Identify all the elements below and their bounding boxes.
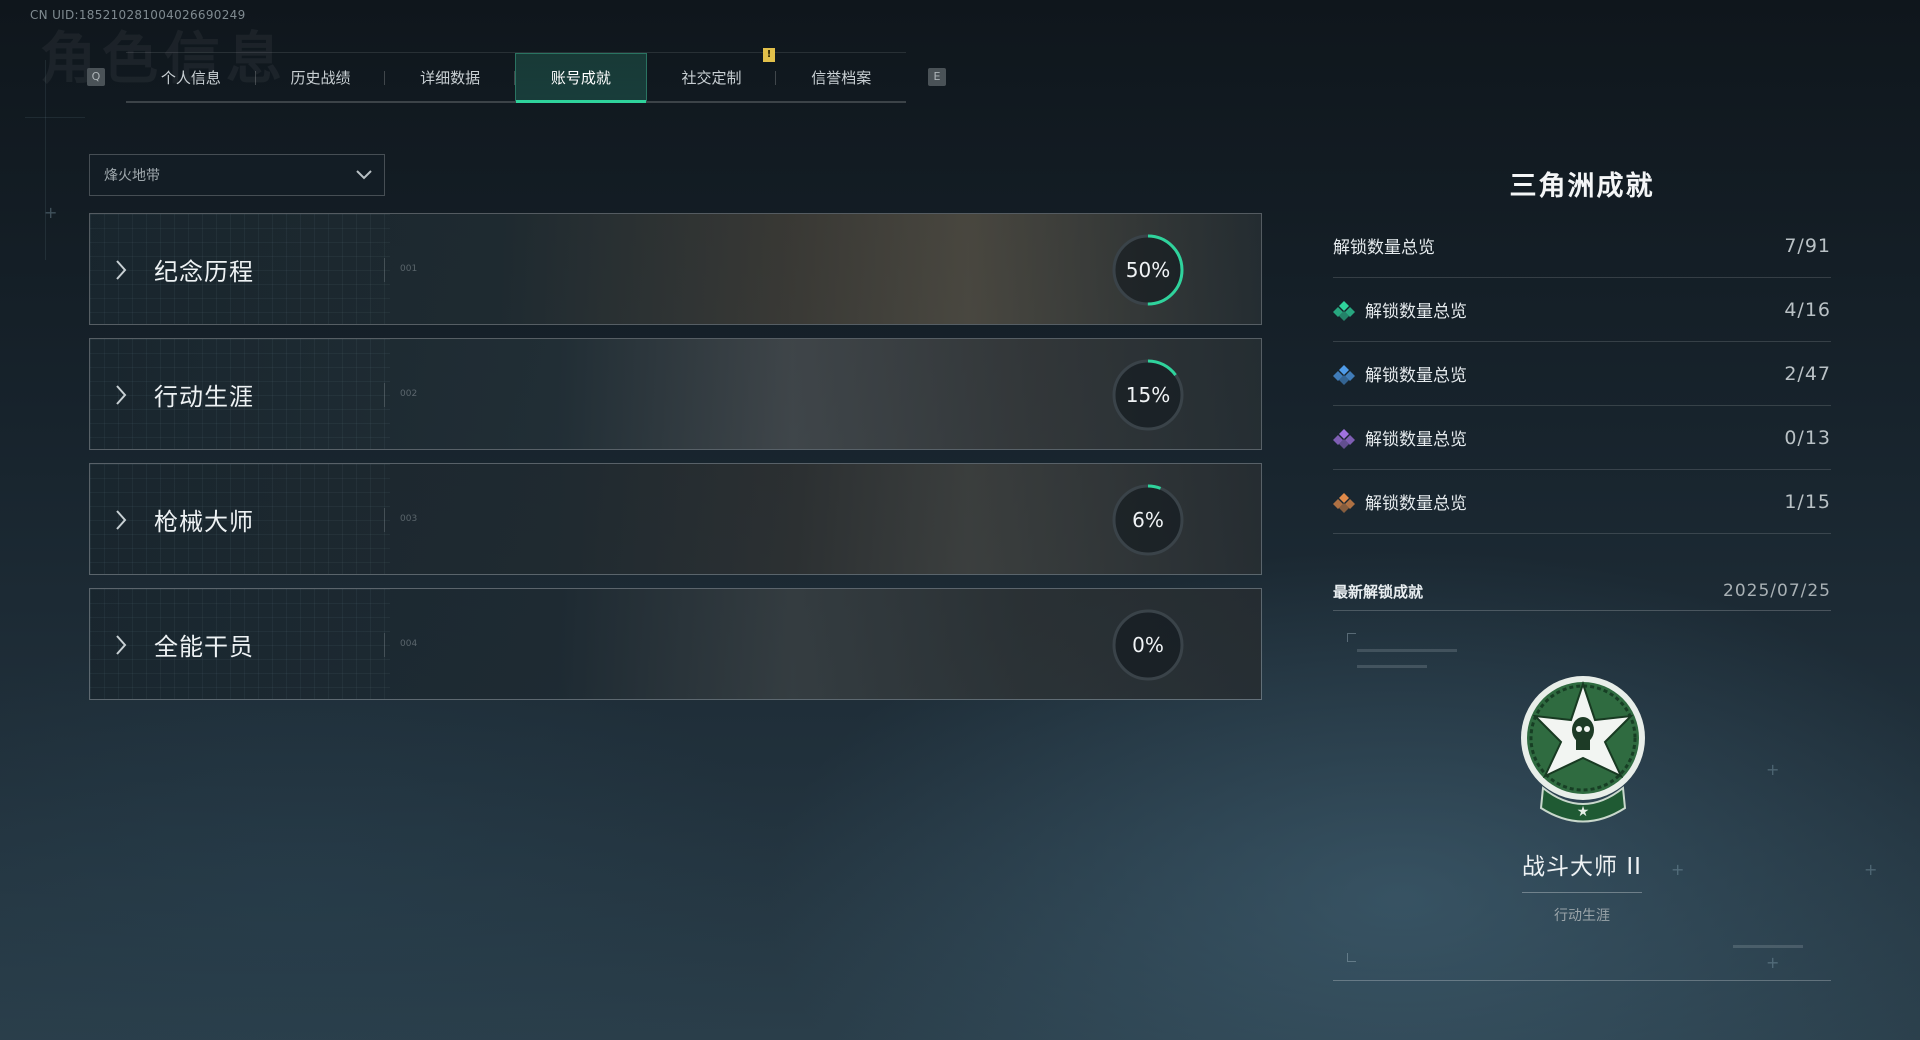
divider [384, 383, 385, 407]
q-key-hint[interactable]: Q [87, 68, 105, 86]
chevron-right-icon [116, 635, 127, 655]
deco-line [25, 117, 85, 118]
player-uid: CN UID:1852102810040266902­49 [30, 8, 246, 22]
progress-percent: 6% [1132, 508, 1164, 532]
unlock-summary-row: 解锁数量总览 1/15 [1333, 470, 1831, 534]
latest-unlock-label: 最新解锁成就 [1333, 582, 1424, 601]
latest-achievement-category: 行动生涯 [1554, 908, 1610, 924]
chevron-right-icon [116, 260, 127, 280]
card-corner [1347, 633, 1356, 642]
category-row-operations-career[interactable]: 行动生涯 002 15% [89, 338, 1262, 450]
mode-select-dropdown[interactable]: 烽火地带 [89, 154, 385, 196]
achievements-panel-title: 三角洲成就 [1509, 171, 1655, 202]
progress-percent: 50% [1125, 258, 1171, 282]
tab-label: 社交定制 [681, 68, 742, 87]
notification-badge: ! [763, 48, 775, 62]
green-rarity-icon [1333, 300, 1355, 321]
chevron-right-icon [116, 510, 127, 530]
deco-cross: + [1864, 860, 1878, 879]
divider [384, 258, 385, 282]
unlock-summary-value: 0/13 [1784, 426, 1831, 449]
unlock-summary-label: 解锁数量总览 [1365, 430, 1467, 450]
tab-label: 账号成就 [550, 68, 611, 87]
divider [1522, 892, 1642, 893]
divider [384, 508, 385, 532]
category-index: 002 [400, 389, 418, 399]
e-key-hint[interactable]: E [928, 68, 946, 86]
unlock-summary-row: 解锁数量总览 2/47 [1333, 342, 1831, 406]
latest-achievement-name: 战斗大师 II [1522, 854, 1642, 880]
unlock-summary-row: 解锁数量总览 0/13 [1333, 406, 1831, 470]
progress-ring: 15% [1110, 357, 1186, 433]
chevron-right-icon [116, 385, 127, 405]
tab-label: 个人信息 [160, 68, 221, 87]
blue-rarity-icon [1333, 364, 1355, 385]
progress-ring: 0% [1110, 607, 1186, 683]
unlock-summary-label: 解锁数量总览 [1333, 238, 1435, 258]
purple-rarity-icon [1333, 428, 1355, 449]
category-row-weapon-master[interactable]: 枪械大师 003 6% [89, 463, 1262, 575]
mode-select-value: 烽火地带 [104, 168, 160, 184]
progress-ring: 6% [1110, 482, 1186, 558]
unlock-summary-label: 解锁数量总览 [1365, 366, 1467, 386]
category-title: 纪念历程 [154, 258, 254, 286]
category-row-all-round-operator[interactable]: 全能干员 004 0% [89, 588, 1262, 700]
chevron-down-icon [356, 170, 372, 180]
unlock-summary-value: 7/91 [1784, 234, 1831, 257]
category-row-memorial[interactable]: 纪念历程 001 50% [89, 213, 1262, 325]
tab-credit-record[interactable]: 信誉档案 [776, 53, 906, 101]
tab-social-customization[interactable]: 社交定制 [647, 53, 777, 101]
tab-label: 历史战绩 [290, 68, 351, 87]
unlock-summary-value: 2/47 [1784, 362, 1831, 385]
tab-label: 详细数据 [420, 68, 481, 87]
latest-achievement-card[interactable]: ★ 战斗大师 II 行动生涯 [1333, 625, 1831, 981]
category-index: 001 [400, 264, 418, 274]
deco-line [45, 60, 46, 260]
category-title: 全能干员 [154, 633, 254, 661]
unlock-summary-value: 4/16 [1784, 298, 1831, 321]
unlock-summary-row: 解锁数量总览 7/91 [1333, 214, 1831, 278]
divider [384, 633, 385, 657]
unlock-summary-label: 解锁数量总览 [1365, 494, 1467, 514]
svg-text:★: ★ [1577, 804, 1590, 820]
unlock-summary-label: 解锁数量总览 [1365, 302, 1467, 322]
orange-rarity-icon [1333, 492, 1355, 513]
progress-percent: 15% [1125, 383, 1171, 407]
category-title: 枪械大师 [154, 508, 254, 536]
category-index: 003 [400, 514, 418, 524]
unlock-summary-value: 1/15 [1784, 490, 1831, 513]
latest-unlock-header: 最新解锁成就 2025/07/25 [1333, 572, 1831, 611]
tab-label: 信誉档案 [811, 68, 872, 87]
category-title: 行动生涯 [154, 383, 254, 411]
tab-match-history[interactable]: 历史战绩 [256, 53, 386, 101]
progress-ring: 50% [1110, 232, 1186, 308]
deco-text-bar [1733, 945, 1803, 948]
combat-master-badge-icon: ★ [1521, 676, 1645, 823]
deco-text-bar [1357, 649, 1457, 652]
unlock-summary-row: 解锁数量总览 4/16 [1333, 278, 1831, 342]
latest-unlock-date: 2025/07/25 [1723, 581, 1831, 601]
deco-text-bar [1357, 665, 1427, 668]
deco-cross: + [44, 203, 58, 222]
tab-account-achievements[interactable]: 账号成就 [515, 53, 647, 103]
tab-personal-info[interactable]: 个人信息 [126, 53, 256, 101]
category-index: 004 [400, 639, 418, 649]
card-corner [1347, 953, 1356, 962]
tab-detailed-data[interactable]: 详细数据 [385, 53, 516, 101]
progress-percent: 0% [1132, 633, 1164, 657]
tab-bar: 个人信息 历史战绩 详细数据 账号成就 社交定制 信誉档案 [126, 52, 906, 103]
